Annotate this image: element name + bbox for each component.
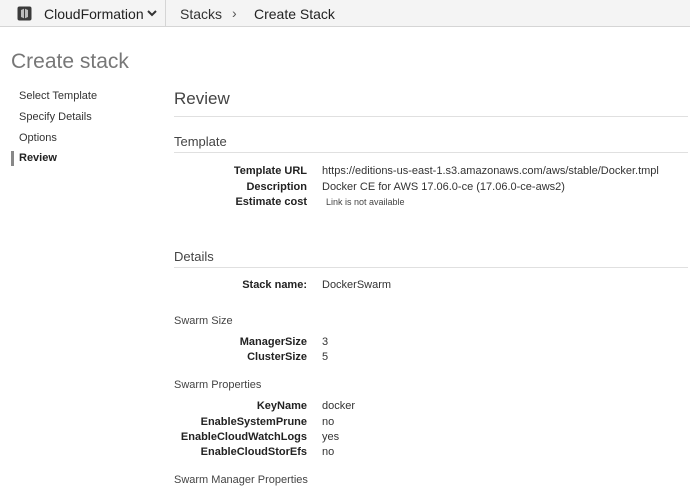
stack-name-value: DockerSwarm: [322, 279, 392, 291]
enable-cloudwatch-logs-value: yes: [322, 431, 340, 443]
top-navigation-bar: CloudFormation Stacks › Create Stack: [0, 0, 690, 27]
cluster-size-value: 5: [322, 351, 329, 363]
step-select-template[interactable]: Select Template: [19, 90, 97, 102]
breadcrumb-separator: ›: [232, 5, 237, 21]
manager-size-label: ManagerSize: [239, 336, 307, 348]
chevron-down-icon: [147, 10, 157, 17]
details-divider: [174, 267, 688, 268]
manager-size-value: 3: [322, 336, 329, 348]
step-options[interactable]: Options: [19, 132, 57, 144]
breadcrumb-stacks[interactable]: Stacks: [180, 6, 222, 22]
service-menu[interactable]: CloudFormation: [0, 0, 166, 27]
swarm-size-heading: Swarm Size: [174, 315, 233, 327]
enable-cloudstor-efs-label: EnableCloudStorEfs: [200, 446, 307, 458]
review-divider: [174, 116, 688, 117]
template-url-label: Template URL: [233, 165, 307, 177]
review-heading: Review: [174, 89, 230, 108]
cluster-size-label: ClusterSize: [247, 351, 307, 363]
service-name: CloudFormation: [44, 6, 144, 22]
step-specify-details[interactable]: Specify Details: [19, 111, 92, 123]
estimate-cost-label: Estimate cost: [235, 196, 307, 208]
enable-system-prune-label: EnableSystemPrune: [200, 416, 307, 428]
swarm-manager-properties-heading: Swarm Manager Properties: [174, 474, 308, 486]
template-heading: Template: [174, 134, 227, 149]
details-heading: Details: [174, 249, 214, 264]
stack-name-label: Stack name:: [242, 279, 307, 291]
template-divider: [174, 152, 688, 153]
step-review[interactable]: Review: [19, 152, 57, 164]
page-title: Create stack: [11, 50, 129, 73]
description-value: Docker CE for AWS 17.06.0-ce (17.06.0-ce…: [322, 181, 565, 193]
enable-cloudstor-efs-value: no: [322, 446, 335, 458]
enable-system-prune-value: no: [322, 416, 335, 428]
enable-cloudwatch-logs-label: EnableCloudWatchLogs: [180, 431, 307, 443]
estimate-cost-value: Link is not available: [326, 197, 405, 207]
keyname-value: docker: [322, 400, 356, 412]
keyname-label: KeyName: [256, 400, 307, 412]
active-step-indicator: [11, 151, 14, 166]
breadcrumb-current: Create Stack: [254, 6, 335, 22]
template-url-value: https://editions-us-east-1.s3.amazonaws.…: [322, 165, 659, 177]
description-label: Description: [246, 181, 307, 193]
cloudformation-icon: [17, 6, 32, 21]
swarm-properties-heading: Swarm Properties: [174, 379, 262, 391]
